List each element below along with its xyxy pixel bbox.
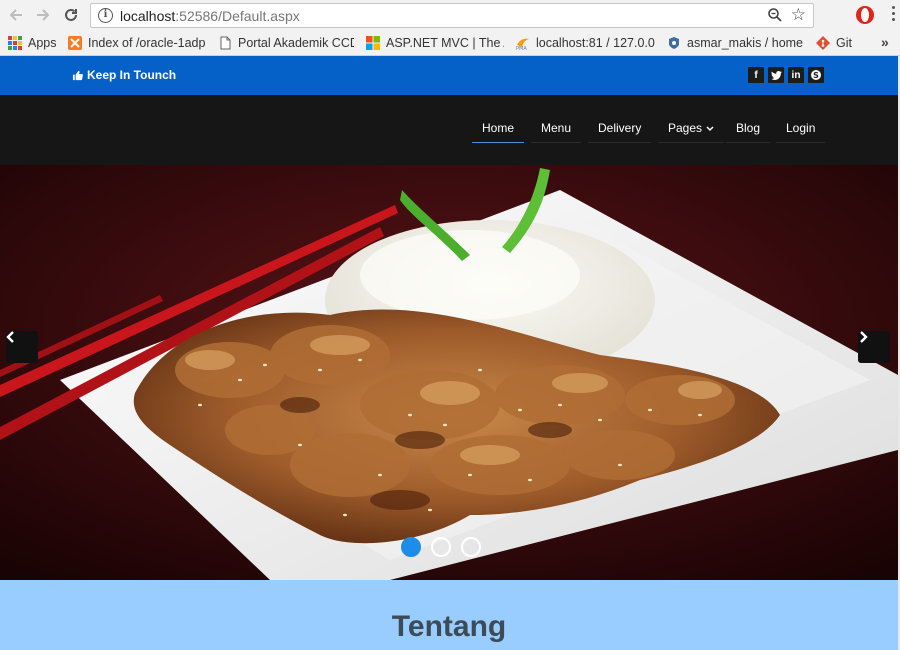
hero-carousel [0, 165, 898, 580]
bookmark-portal-akademik[interactable]: Portal Akademik CCDI [218, 34, 354, 52]
git-icon [816, 36, 830, 50]
nav-menu[interactable]: Menu [530, 121, 582, 143]
browser-chrome: i localhost:52586/Default.aspx ☆ Apps In… [0, 0, 900, 56]
bookmark-label: ASP.NET MVC | The A [386, 36, 504, 50]
browser-toolbar: i localhost:52586/Default.aspx ☆ [0, 0, 900, 31]
nav-login[interactable]: Login [775, 121, 826, 143]
carousel-prev-button[interactable] [6, 331, 38, 363]
back-arrow-icon [9, 9, 22, 21]
bookmark-label: Portal Akademik CCDI [238, 36, 354, 50]
twitter-icon[interactable] [768, 67, 784, 83]
bookmark-star-icon[interactable]: ☆ [791, 5, 806, 25]
bookmark-aspnet[interactable]: ASP.NET MVC | The A [366, 34, 504, 52]
nav-delivery[interactable]: Delivery [587, 121, 652, 143]
main-navbar: Home Menu Delivery Pages Blog Login [0, 95, 898, 165]
bookmark-localhost81[interactable]: PMA localhost:81 / 127.0.0. [516, 34, 656, 52]
back-button[interactable] [4, 4, 28, 26]
apps-grid-icon [8, 36, 22, 50]
opera-extension-icon[interactable] [856, 6, 874, 24]
bookmark-gogs[interactable]: asmar_makis / home - [667, 34, 805, 52]
nav-pages-label: Pages [668, 121, 703, 135]
address-bar[interactable]: i localhost:52586/Default.aspx ☆ [90, 3, 814, 28]
browser-menu-icon[interactable] [891, 6, 897, 24]
carousel-dot-1[interactable] [401, 537, 421, 557]
reload-button[interactable] [59, 4, 83, 26]
phpmyadmin-icon: PMA [516, 38, 529, 50]
bookmark-label: Apps [28, 36, 57, 50]
microsoft-icon [366, 36, 380, 50]
social-links: f in S [748, 67, 824, 83]
chevron-left-icon [6, 331, 14, 343]
xampp-icon [68, 36, 82, 50]
bookmarks-overflow-button[interactable]: » [881, 34, 889, 50]
bookmarks-bar: Apps Index of /oracle-1adp Portal Akadem… [0, 31, 900, 55]
url-path: :52586/Default.aspx [175, 8, 300, 24]
about-section: Tentang [0, 580, 898, 650]
skype-icon[interactable]: S [808, 67, 824, 83]
zoom-icon[interactable] [767, 7, 783, 28]
chevron-down-icon [706, 126, 714, 132]
bookmark-label: asmar_makis / home - [687, 36, 805, 50]
bookmark-label: Git [836, 36, 852, 50]
carousel-dot-2[interactable] [431, 537, 451, 557]
linkedin-icon[interactable]: in [788, 67, 804, 83]
chevron-right-icon [860, 331, 868, 343]
url-text[interactable]: localhost:52586/Default.aspx [120, 8, 300, 24]
bookmark-apps[interactable]: Apps [8, 34, 57, 52]
forward-button[interactable] [31, 4, 55, 26]
nav-pages[interactable]: Pages [657, 121, 725, 143]
forward-arrow-icon [37, 9, 50, 21]
carousel-dot-3[interactable] [461, 537, 481, 557]
page-icon [220, 36, 231, 50]
carousel-next-button[interactable] [858, 331, 890, 363]
bookmark-label: localhost:81 / 127.0.0. [536, 36, 656, 50]
thumbs-up-icon [72, 70, 83, 80]
keep-in-touch-label: Keep In Tounch [87, 68, 177, 82]
nav-blog[interactable]: Blog [725, 121, 771, 143]
gogs-icon [669, 37, 679, 49]
keep-in-touch[interactable]: Keep In Tounch [72, 68, 176, 82]
site-info-icon[interactable]: i [98, 8, 113, 23]
svg-text:PMA: PMA [516, 46, 527, 50]
reload-icon [65, 8, 77, 21]
top-bar: Keep In Tounch f in S [0, 56, 898, 95]
facebook-icon[interactable]: f [748, 67, 764, 83]
bookmark-oracle[interactable]: Index of /oracle-1adp [68, 34, 208, 52]
about-title: Tentang [391, 610, 507, 643]
bookmark-git[interactable]: Git [816, 34, 866, 52]
food-photo [0, 165, 898, 580]
url-host: localhost [120, 8, 176, 24]
bookmark-label: Index of /oracle-1adp [88, 36, 206, 50]
svg-text:S: S [813, 71, 819, 80]
nav-home[interactable]: Home [471, 121, 525, 143]
carousel-indicators [401, 537, 481, 557]
